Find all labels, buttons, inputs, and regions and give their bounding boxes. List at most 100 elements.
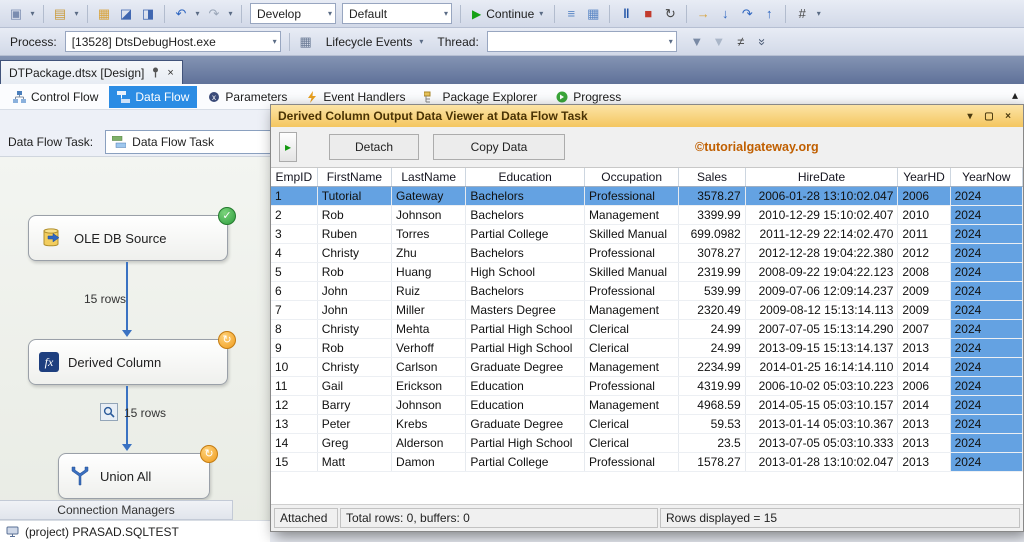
grid-cell[interactable]: 7 (271, 300, 318, 320)
grid-cell[interactable]: 2008 (897, 262, 951, 282)
grid-cell[interactable]: John (317, 300, 393, 320)
grid-cell[interactable]: 2010-12-29 15:10:02.407 (745, 205, 899, 225)
grid-cell[interactable]: 2010 (897, 205, 951, 225)
grid-cell[interactable]: 2011 (897, 224, 951, 244)
grid-cell[interactable]: 2013 (897, 433, 951, 453)
data-viewer-indicator[interactable] (100, 403, 118, 421)
grid-cell[interactable]: Bachelors (465, 243, 585, 263)
grid-cell[interactable]: 2024 (950, 243, 1023, 263)
find-in-files-icon[interactable]: ≡ (561, 4, 581, 24)
table-row[interactable]: 12 Barry Johnson Education Management 4968.59… (271, 395, 1023, 415)
grid-cell[interactable]: 6 (271, 281, 318, 301)
grid-cell[interactable]: 2024 (950, 452, 1023, 472)
grid-cell[interactable]: Rob (317, 262, 393, 282)
grid-cell[interactable]: 2007-07-05 15:13:14.290 (745, 319, 899, 339)
undo-icon[interactable]: ↶ (171, 4, 191, 24)
filter-icon[interactable]: ▼ (687, 32, 707, 52)
show-next-statement-icon[interactable]: → (693, 4, 713, 24)
lifecycle-filter-icon[interactable]: ▦ (296, 32, 316, 52)
chevron-down-icon[interactable]: ▾ (669, 37, 673, 46)
grid-cell[interactable]: Barry (317, 395, 393, 415)
grid-cell[interactable]: 2013 (897, 452, 951, 472)
tab-control-flow[interactable]: Control Flow (5, 86, 106, 108)
grid-cell[interactable]: Alderson (391, 433, 467, 453)
grid-cell[interactable]: 1 (271, 186, 318, 206)
lifecycle-events-dropdown[interactable]: Lifecycle Events ▾ (318, 31, 432, 53)
grid-cell[interactable]: Graduate Degree (465, 357, 585, 377)
platform-dropdown[interactable]: Default ▾ (342, 3, 452, 24)
grid-cell[interactable]: 2024 (950, 300, 1023, 320)
chevron-down-icon[interactable]: ▾ (226, 4, 235, 24)
grid-cell[interactable]: 2007 (897, 319, 951, 339)
column-header-yearhd[interactable]: YearHD (897, 168, 951, 187)
data-flow-path[interactable] (122, 262, 132, 337)
grid-cell[interactable]: Professional (584, 243, 680, 263)
chevron-down-icon[interactable]: ▾ (444, 9, 448, 18)
grid-cell[interactable]: Johnson (391, 205, 467, 225)
detach-button[interactable]: Detach (329, 134, 419, 160)
pin-icon[interactable] (151, 67, 160, 78)
grid-cell[interactable]: Miller (391, 300, 467, 320)
grid-cell[interactable]: Skilled Manual (584, 262, 680, 282)
grid-cell[interactable]: 2024 (950, 376, 1023, 396)
save-all-icon[interactable]: ◨ (138, 4, 158, 24)
grid-cell[interactable]: 1578.27 (678, 452, 746, 472)
grid-cell[interactable]: Christy (317, 319, 393, 339)
step-out-icon[interactable]: ↑ (759, 4, 779, 24)
grid-cell[interactable]: 2013-09-15 15:13:14.137 (745, 338, 899, 358)
grid-cell[interactable]: Partial High School (465, 338, 585, 358)
toolbar-overflow-icon[interactable]: » (753, 32, 773, 52)
grid-cell[interactable]: Management (584, 205, 680, 225)
grid-cell[interactable]: Johnson (391, 395, 467, 415)
grid-cell[interactable]: Partial College (465, 452, 585, 472)
save-icon[interactable]: ◪ (116, 4, 136, 24)
table-row[interactable]: 3 Ruben Torres Partial College Skilled Manua… (271, 224, 1023, 244)
grid-cell[interactable]: Professional (584, 186, 680, 206)
grid-cell[interactable]: Damon (391, 452, 467, 472)
configuration-dropdown[interactable]: Develop ▾ (250, 3, 336, 24)
grid-cell[interactable]: Clerical (584, 338, 680, 358)
redo-icon[interactable]: ↷ (204, 4, 224, 24)
grid-cell[interactable]: 12 (271, 395, 318, 415)
grid-cell[interactable]: 2009 (897, 300, 951, 320)
table-row[interactable]: 15 Matt Damon Partial College Professional 15… (271, 452, 1023, 472)
grid-cell[interactable]: 3578.27 (678, 186, 746, 206)
grid-cell[interactable]: Graduate Degree (465, 414, 585, 434)
grid-cell[interactable]: 2014-01-25 16:14:14.110 (745, 357, 899, 377)
grid-cell[interactable]: 2234.99 (678, 357, 746, 377)
stop-icon[interactable]: ■ (638, 4, 658, 24)
grid-cell[interactable]: Mehta (391, 319, 467, 339)
chevron-down-icon[interactable]: ▾ (72, 4, 81, 24)
tab-scroll-icon[interactable]: ▴ (1012, 88, 1018, 102)
grid-cell[interactable]: 2024 (950, 319, 1023, 339)
grid-cell[interactable]: 2013 (897, 338, 951, 358)
grid-cell[interactable]: Education (465, 395, 585, 415)
grid-cell[interactable]: 3078.27 (678, 243, 746, 263)
hex-display-icon[interactable]: # (792, 4, 812, 24)
table-row[interactable]: 5 Rob Huang High School Skilled Manual 2319.9… (271, 262, 1023, 282)
grid-cell[interactable]: 2014 (897, 357, 951, 377)
grid-cell[interactable]: Torres (391, 224, 467, 244)
collapse-icon[interactable]: ▾ (962, 108, 978, 124)
grid-cell[interactable]: 59.53 (678, 414, 746, 434)
grid-cell[interactable]: 2006-01-28 13:10:02.047 (745, 186, 899, 206)
data-flow-task-combobox[interactable]: Data Flow Task (105, 130, 278, 154)
grid-cell[interactable]: 2013-07-05 05:03:10.333 (745, 433, 899, 453)
grid-cell[interactable]: 24.99 (678, 319, 746, 339)
grid-cell[interactable]: 3 (271, 224, 318, 244)
grid-cell[interactable]: Matt (317, 452, 393, 472)
grid-cell[interactable]: Clerical (584, 433, 680, 453)
grid-cell[interactable]: 2024 (950, 186, 1023, 206)
grid-cell[interactable]: Partial High School (465, 319, 585, 339)
grid-cell[interactable]: Professional (584, 452, 680, 472)
document-tab[interactable]: DTPackage.dtsx [Design] × (0, 60, 183, 84)
node-derived-column[interactable]: fx Derived Column ↻ (28, 331, 236, 385)
grid-cell[interactable]: 5 (271, 262, 318, 282)
process-combobox[interactable]: [13528] DtsDebugHost.exe ▾ (64, 31, 281, 52)
node-union-all[interactable]: Union All ↻ (58, 445, 218, 499)
grid-cell[interactable]: Ruiz (391, 281, 467, 301)
chevron-down-icon[interactable]: ▾ (273, 37, 277, 46)
grid-cell[interactable]: 2006 (897, 186, 951, 206)
grid-cell[interactable]: 2012 (897, 243, 951, 263)
grid-cell[interactable]: 2006 (897, 376, 951, 396)
